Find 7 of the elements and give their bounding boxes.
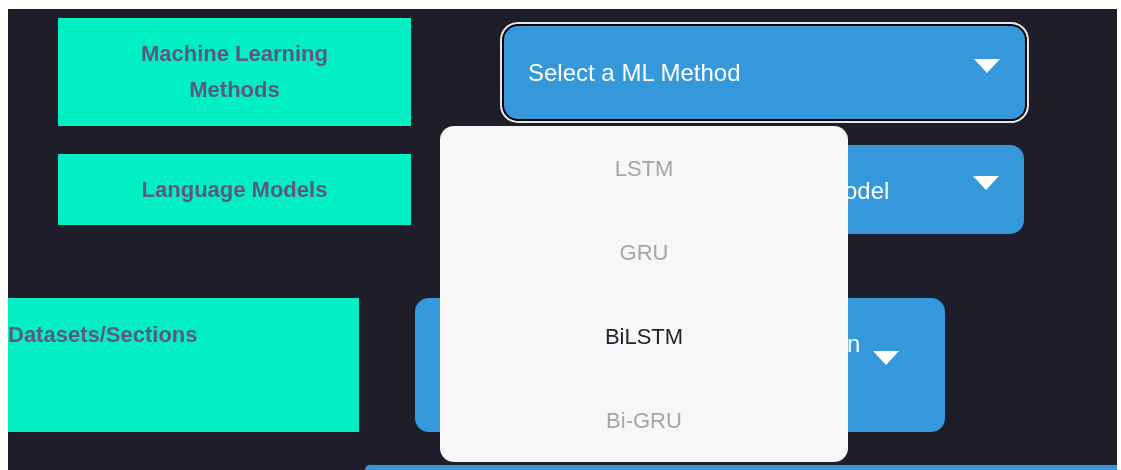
caret-icon [972, 175, 1000, 191]
field-label: Machine Learning Methods [58, 18, 411, 126]
field-label: Datasets/Sections [8, 298, 359, 432]
caret-icon [973, 57, 1001, 74]
field-label: Language Models [58, 154, 411, 225]
caret-icon [872, 350, 901, 366]
menu-item[interactable]: BiLSTM [440, 294, 848, 378]
